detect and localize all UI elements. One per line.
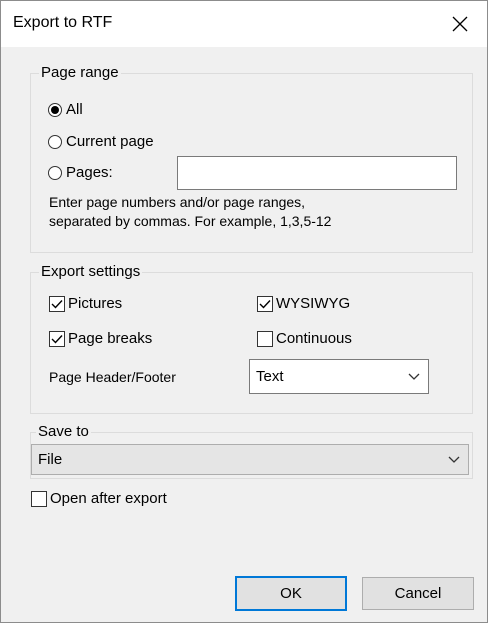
header-footer-value: Text xyxy=(256,368,284,385)
header-footer-select[interactable]: Text xyxy=(249,359,429,394)
open-after-export-checkbox[interactable]: Open after export xyxy=(31,490,167,507)
hint-line-1: Enter page numbers and/or page ranges, xyxy=(49,194,306,210)
header-footer-label: Page Header/Footer xyxy=(49,369,176,385)
export-dialog: Export to RTF Page range All Current pag… xyxy=(0,0,488,623)
hint-line-2: separated by commas. For example, 1,3,5-… xyxy=(49,213,332,229)
save-to-legend: Save to xyxy=(36,423,91,440)
radio-current-page-circle[interactable] xyxy=(48,134,62,149)
save-to-select[interactable]: File xyxy=(31,444,469,475)
checkbox-empty[interactable] xyxy=(31,490,47,507)
wysiwyg-checkbox[interactable]: WYSIWYG xyxy=(257,295,350,312)
save-to-value: File xyxy=(38,451,63,468)
continuous-checkbox[interactable]: Continuous xyxy=(257,330,352,347)
chevron-down-icon xyxy=(448,456,460,463)
check-icon[interactable] xyxy=(49,330,65,347)
open-after-export-label: Open after export xyxy=(50,490,167,507)
chevron-down-icon xyxy=(408,373,420,380)
pictures-label: Pictures xyxy=(68,295,123,312)
page-range-legend: Page range xyxy=(39,64,121,81)
cancel-button[interactable]: Cancel xyxy=(362,577,474,610)
wysiwyg-label: WYSIWYG xyxy=(276,295,351,312)
radio-all-circle[interactable] xyxy=(48,102,62,117)
checkbox-empty[interactable] xyxy=(257,330,273,347)
ok-button[interactable]: OK xyxy=(235,576,347,611)
dialog-title: Export to RTF xyxy=(13,14,113,31)
radio-current-page-label: Current page xyxy=(66,133,154,150)
radio-all[interactable]: All xyxy=(48,101,83,118)
radio-pages[interactable]: Pages: xyxy=(48,164,113,181)
check-icon[interactable] xyxy=(49,295,65,312)
check-icon[interactable] xyxy=(257,295,273,312)
radio-pages-circle[interactable] xyxy=(48,165,62,180)
pages-input[interactable] xyxy=(177,156,457,190)
radio-all-label: All xyxy=(66,101,83,118)
export-settings-legend: Export settings xyxy=(39,263,143,280)
continuous-label: Continuous xyxy=(276,330,352,347)
page-breaks-checkbox[interactable]: Page breaks xyxy=(49,330,152,347)
radio-pages-label: Pages: xyxy=(66,164,113,181)
page-range-hint: Enter page numbers and/or page ranges, s… xyxy=(49,193,449,231)
close-icon[interactable] xyxy=(445,9,475,39)
radio-current-page[interactable]: Current page xyxy=(48,133,154,150)
pictures-checkbox[interactable]: Pictures xyxy=(49,295,122,312)
title-bar: Export to RTF xyxy=(1,1,487,47)
page-breaks-label: Page breaks xyxy=(68,330,153,347)
